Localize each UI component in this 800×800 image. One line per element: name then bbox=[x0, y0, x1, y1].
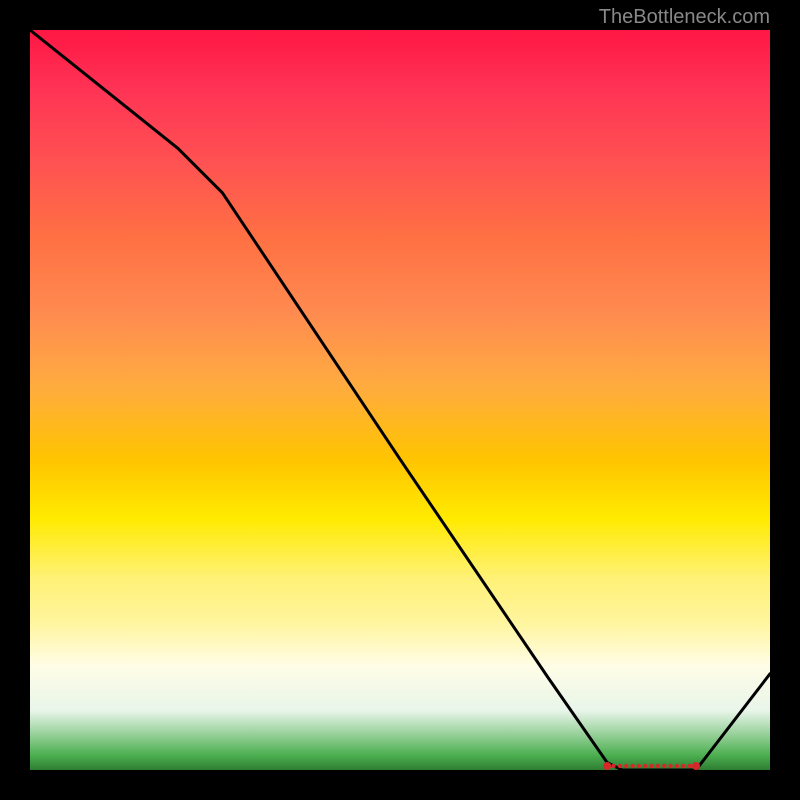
chart-container: TheBottleneck.com bbox=[0, 0, 800, 800]
plot-background bbox=[30, 30, 770, 770]
attribution-label: TheBottleneck.com bbox=[599, 6, 770, 29]
